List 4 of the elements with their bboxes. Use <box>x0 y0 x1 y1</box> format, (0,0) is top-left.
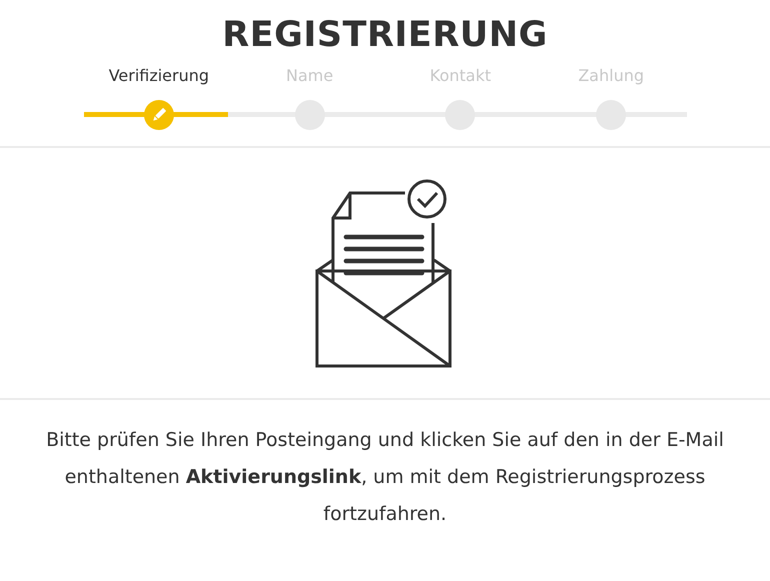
page-title: REGISTRIERUNG <box>221 14 549 56</box>
instruction-text: Bitte prüfen Sie Ihren Posteingang und klicken Sie auf den in der E-Mail enthaltenen Aktivierungslink, um mit dem Registrierungsprozess fortzufahren. <box>45 428 725 527</box>
pencil-icon[interactable] <box>144 100 174 130</box>
step-label[interactable]: Verifizierung <box>108 66 210 86</box>
